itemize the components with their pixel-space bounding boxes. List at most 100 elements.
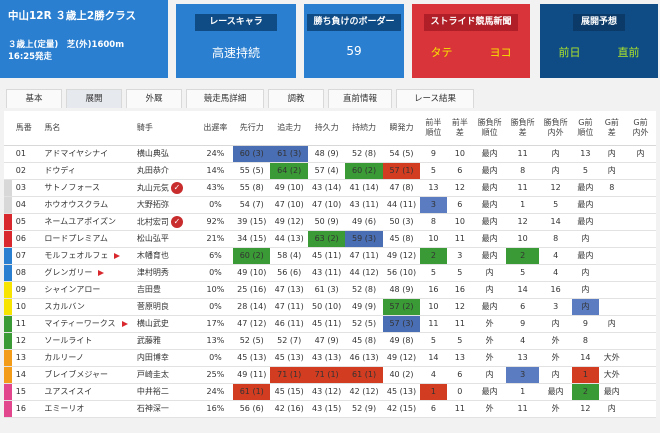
tab-tenkai[interactable]: 展開 [66,89,122,108]
cell-p4: 11 [506,145,540,163]
horse-name[interactable]: ロードプレミアム [41,230,134,248]
cell-p8 [625,213,656,231]
table-row[interactable]: 05 ネームユアポイズン 北村宏司 ✓ 92% 39 (15) 49 (12) 50 (9) 4… [4,213,656,231]
cell-p3: 最内 [473,196,507,214]
col-header[interactable]: 持続力 [345,111,383,146]
tab-gaikyu[interactable]: 外厩 [126,89,182,108]
col-header[interactable]: 馬番 [12,111,42,146]
cell-p7: 内 [598,400,625,418]
cell-rate: 13% [197,332,234,350]
col-header[interactable]: 追走力 [270,111,308,146]
horse-name[interactable]: ホウオウスクラム [41,196,134,214]
horse-name[interactable]: ユアスイスイ [41,383,134,401]
cell-p5: 内 [539,145,573,163]
table-row[interactable]: 11 マイティーワークス 横山武史 17% 47 (12) 46 (11) 45 (11) 5… [4,315,656,333]
cell-o: 49 (12) [270,213,308,231]
tab-basic[interactable]: 基本 [6,89,62,108]
cell-p8 [625,400,656,418]
col-header[interactable]: G前 内外 [625,111,656,146]
waku-color-box [4,383,12,399]
jockey-name: 丸山元気 ✓ [133,179,198,197]
cell-p3: 最内 [473,179,507,197]
table-row[interactable]: 04 ホウオウスクラム 大野拓弥 0% 54 (7) 47 (10) 47 (10) 43 (… [4,196,656,214]
cell-rate: 0% [197,298,234,316]
horse-name[interactable]: ドウディ [41,162,134,180]
cell-p2: 6 [446,162,474,180]
tab-latest-info[interactable]: 直前情報 [328,89,392,108]
horse-name[interactable]: グレンガリー [41,264,134,282]
table-row[interactable]: 14 ブレイブメジャー 戸崎圭太 25% 49 (11) 71 (1) 71 (1) 61 (… [4,366,656,384]
table-row[interactable]: 01 アドマイヤシナイ 横山典弘 24% 60 (3) 61 (3) 48 (9) 52 (8… [4,145,656,163]
horse-name[interactable]: エミーリオ [41,400,134,418]
cell-s: 28 (14) [233,298,271,316]
col-header[interactable]: 瞬発力 [382,111,421,146]
horse-name[interactable]: ブレイブメジャー [41,366,134,384]
tab-training[interactable]: 調教 [268,89,324,108]
horse-name[interactable]: ソールライト [41,332,134,350]
col-header[interactable]: 勝負所差 [506,111,540,146]
col-header[interactable]: 馬名 [41,111,134,146]
cell-p3: 最内 [473,298,507,316]
cell-j: 50 (10) [307,298,346,316]
cell-p6: 内 [572,264,599,282]
stride-tate-button[interactable]: タテ [431,44,453,60]
table-row[interactable]: 09 シャインアロー 吉田豊 10% 25 (16) 47 (13) 61 (3) 52 (8… [4,281,656,299]
col-header[interactable]: 勝負所 内外 [539,111,573,146]
col-header[interactable]: G前差 [598,111,625,146]
cell-p5: 4 [539,264,573,282]
cell-p5: 外 [539,332,573,350]
waku-color-swatch [4,264,13,282]
tenkai-just-before-button[interactable]: 直前 [618,44,640,60]
table-row[interactable]: 08 グレンガリー 津村明秀 0% 49 (10) 56 (6) 43 (11) 44 (12… [4,264,656,282]
tab-race-result[interactable]: レース結果 [396,89,474,108]
tenkai-prev-day-button[interactable]: 前日 [559,44,581,60]
table-row[interactable]: 12 ソールライト 武藤雅 13% 52 (5) 52 (7) 47 (9) 45 (8) 49… [4,332,656,350]
table-row[interactable]: 13 カルリーノ 内田博幸 0% 45 (13) 45 (13) 43 (13) 46 (13… [4,349,656,367]
horse-number: 14 [12,366,42,384]
table-row[interactable]: 15 ユアスイスイ 中井裕二 24% 61 (1) 45 (15) 43 (12) 42 (1… [4,383,656,401]
table-row[interactable]: 02 ドウディ 丸田恭介 14% 55 (5) 64 (2) 57 (4) 60 (2) 57 … [4,162,656,180]
col-header[interactable]: G前 順位 [572,111,599,146]
cell-o: 46 (11) [270,315,308,333]
cell-p8 [625,179,656,197]
stride-yoko-button[interactable]: ヨコ [490,44,512,60]
cell-p1: 8 [420,213,447,231]
horse-name[interactable]: ネームユアポイズン [41,213,134,231]
race-chara-label: レースキャラ [195,14,277,31]
cell-p6: 最内 [572,213,599,231]
waku-color-box [4,332,12,348]
table-row[interactable]: 16 エミーリオ 石神深一 16% 56 (6) 42 (16) 43 (15) 52 (9)… [4,400,656,418]
table-row[interactable]: 07 モルフェオルフェ 木幡育也 6% 60 (2) 58 (4) 45 (11) 47 (1… [4,247,656,265]
col-header[interactable]: 持久力 [307,111,346,146]
cell-k: 43 (11) [345,196,383,214]
table-row[interactable]: 06 ロードプレミアム 松山弘平 21% 34 (15) 44 (13) 63 (2) 59 … [4,230,656,248]
cell-k: 47 (11) [345,247,383,265]
horse-name[interactable]: モルフェオルフェ [41,247,134,265]
horse-name[interactable]: マイティーワークス [41,315,134,333]
waku-color-swatch [4,179,13,197]
cell-o: 49 (10) [270,179,308,197]
cell-o: 42 (16) [270,400,308,418]
horse-name[interactable]: アドマイヤシナイ [41,145,134,163]
horse-name[interactable]: サトノフォース [41,179,134,197]
cell-sh: 57 (2) [382,298,421,316]
horse-name[interactable]: カルリーノ [41,349,134,367]
cell-p4: 10 [506,230,540,248]
horse-name[interactable]: シャインアロー [41,281,134,299]
col-header[interactable]: 先行力 [233,111,271,146]
col-header[interactable]: 騎手 [133,111,198,146]
table-row[interactable]: 03 サトノフォース 丸山元気 ✓ 43% 55 (8) 49 (10) 43 (14) 41 … [4,179,656,197]
cell-p5: 8 [539,230,573,248]
col-header[interactable]: 前半差 [446,111,474,146]
col-header[interactable]: 出遅率 [197,111,234,146]
col-header[interactable]: 勝負所 順位 [473,111,507,146]
cell-p4: 11 [506,400,540,418]
col-header[interactable]: 前半 順位 [420,111,447,146]
tab-horse-detail[interactable]: 競走馬詳細 [186,89,264,108]
table-row[interactable]: 10 スカルバン 菅原明良 0% 28 (14) 47 (11) 50 (10) 49 (9)… [4,298,656,316]
cell-p8 [625,349,656,367]
cell-rate: 0% [197,264,234,282]
cell-p6: 1 [572,366,599,384]
horse-name[interactable]: スカルバン [41,298,134,316]
tenkai-box: 展開予想 前日 直前 [540,4,658,78]
